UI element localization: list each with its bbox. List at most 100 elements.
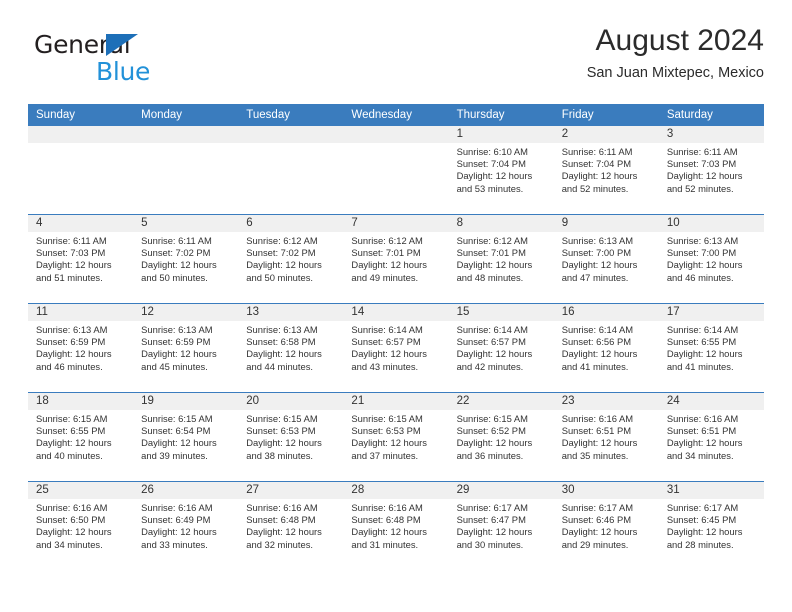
- day-number: 20: [238, 393, 344, 410]
- calendar-day-cell[interactable]: 3 Sunrise: 6:11 AM Sunset: 7:03 PM Daylight…: [658, 126, 764, 215]
- calendar-day-cell[interactable]: 15 Sunrise: 6:14 AM Sunset: 6:57 PM Dayligh…: [448, 303, 554, 393]
- daylight-text-line2: and 33 minutes.: [141, 538, 208, 550]
- calendar-day-cell[interactable]: 22 Sunrise: 6:15 AM Sunset: 6:52 PM Dayligh…: [448, 392, 554, 482]
- day-details: Sunrise: 6:13 AM Sunset: 6:58 PM Daylight:…: [238, 321, 343, 373]
- day-number: 4: [28, 215, 134, 232]
- day-number: 19: [133, 393, 239, 410]
- calendar-grid: Sunday Monday Tuesday Wednesday Thursday…: [28, 104, 764, 570]
- day-number: 12: [133, 304, 239, 321]
- day-cell-inner: 6 Sunrise: 6:12 AM Sunset: 7:02 PM Daylight…: [238, 215, 344, 303]
- daylight-text-line1: Daylight: 12 hours: [246, 437, 322, 449]
- calendar-day-cell[interactable]: 5 Sunrise: 6:11 AM Sunset: 7:02 PM Daylight…: [133, 214, 239, 304]
- day-number: 6: [238, 215, 344, 232]
- day-details: Sunrise: 6:14 AM Sunset: 6:57 PM Daylight:…: [343, 321, 448, 373]
- sunset-text: Sunset: 6:57 PM: [351, 336, 421, 348]
- day-details: Sunrise: 6:11 AM Sunset: 7:03 PM Daylight:…: [28, 232, 133, 284]
- calendar-day-cell-empty: [133, 126, 239, 215]
- calendar-day-cell[interactable]: 9 Sunrise: 6:13 AM Sunset: 7:00 PM Daylight…: [553, 214, 659, 304]
- calendar-week-row: 18 Sunrise: 6:15 AM Sunset: 6:55 PM Dayligh…: [28, 392, 764, 482]
- calendar-day-cell[interactable]: 24 Sunrise: 6:16 AM Sunset: 6:51 PM Dayligh…: [658, 392, 764, 482]
- day-number: 3: [658, 126, 764, 143]
- daylight-text-line1: Daylight: 12 hours: [141, 259, 217, 271]
- calendar-day-cell[interactable]: 16 Sunrise: 6:14 AM Sunset: 6:56 PM Dayligh…: [553, 303, 659, 393]
- sunset-text: Sunset: 6:56 PM: [561, 336, 632, 348]
- day-number: 9: [553, 215, 659, 232]
- calendar-day-cell[interactable]: 13 Sunrise: 6:13 AM Sunset: 6:58 PM Dayligh…: [238, 303, 344, 393]
- sunrise-text: Sunrise: 6:14 AM: [561, 324, 634, 335]
- daylight-text-line2: and 51 minutes.: [36, 271, 103, 283]
- daylight-text-line2: and 35 minutes.: [561, 449, 629, 461]
- calendar-day-cell[interactable]: 8 Sunrise: 6:12 AM Sunset: 7:01 PM Daylight…: [448, 214, 554, 304]
- calendar-day-cell[interactable]: 28 Sunrise: 6:16 AM Sunset: 6:48 PM Dayligh…: [343, 481, 449, 570]
- calendar-day-cell[interactable]: 30 Sunrise: 6:17 AM Sunset: 6:46 PM Dayligh…: [553, 481, 659, 570]
- calendar-day-cell[interactable]: 19 Sunrise: 6:15 AM Sunset: 6:54 PM Dayligh…: [133, 392, 239, 482]
- calendar-day-cell[interactable]: 1 Sunrise: 6:10 AM Sunset: 7:04 PM Daylight…: [448, 126, 554, 215]
- sunrise-text: Sunrise: 6:16 AM: [246, 502, 318, 513]
- day-cell-inner: 10 Sunrise: 6:13 AM Sunset: 7:00 PM Dayligh…: [658, 215, 764, 303]
- weekday-header-sunday: Sunday: [28, 104, 134, 126]
- daylight-text-line2: and 48 minutes.: [456, 271, 524, 283]
- sunrise-text: Sunrise: 6:15 AM: [36, 413, 108, 424]
- day-details: Sunrise: 6:12 AM Sunset: 7:02 PM Daylight:…: [238, 232, 343, 284]
- day-number: 28: [343, 482, 449, 499]
- calendar-day-cell[interactable]: 21 Sunrise: 6:15 AM Sunset: 6:53 PM Dayligh…: [343, 392, 449, 482]
- calendar-day-cell[interactable]: 17 Sunrise: 6:14 AM Sunset: 6:55 PM Dayligh…: [658, 303, 764, 393]
- calendar-day-cell[interactable]: 6 Sunrise: 6:12 AM Sunset: 7:02 PM Daylight…: [238, 214, 344, 304]
- calendar-day-cell[interactable]: 27 Sunrise: 6:16 AM Sunset: 6:48 PM Dayligh…: [238, 481, 344, 570]
- daylight-text-line2: and 40 minutes.: [36, 449, 103, 461]
- sunrise-text: Sunrise: 6:16 AM: [561, 413, 634, 424]
- sunrise-text: Sunrise: 6:12 AM: [456, 235, 528, 246]
- day-cell-inner: [343, 126, 449, 214]
- calendar-day-cell[interactable]: 2 Sunrise: 6:11 AM Sunset: 7:04 PM Daylight…: [553, 126, 659, 215]
- sunset-text: Sunset: 6:45 PM: [666, 514, 737, 526]
- sunset-text: Sunset: 6:46 PM: [561, 514, 632, 526]
- sunrise-text: Sunrise: 6:17 AM: [456, 502, 528, 513]
- calendar-day-cell[interactable]: 4 Sunrise: 6:11 AM Sunset: 7:03 PM Daylight…: [28, 214, 134, 304]
- calendar-day-cell[interactable]: 29 Sunrise: 6:17 AM Sunset: 6:47 PM Dayligh…: [448, 481, 554, 570]
- sunset-text: Sunset: 6:52 PM: [456, 425, 526, 437]
- daylight-text-line1: Daylight: 12 hours: [351, 526, 427, 538]
- calendar-day-cell[interactable]: 23 Sunrise: 6:16 AM Sunset: 6:51 PM Dayligh…: [553, 392, 659, 482]
- calendar-day-cell[interactable]: 26 Sunrise: 6:16 AM Sunset: 6:49 PM Dayligh…: [133, 481, 239, 570]
- sunset-text: Sunset: 7:04 PM: [561, 158, 632, 170]
- calendar-day-cell[interactable]: 25 Sunrise: 6:16 AM Sunset: 6:50 PM Dayligh…: [28, 481, 134, 570]
- day-details: Sunrise: 6:16 AM Sunset: 6:51 PM Daylight:…: [554, 410, 659, 462]
- calendar-day-cell[interactable]: 7 Sunrise: 6:12 AM Sunset: 7:01 PM Daylight…: [343, 214, 449, 304]
- day-number: 5: [133, 215, 239, 232]
- sunset-text: Sunset: 6:54 PM: [141, 425, 211, 437]
- calendar-day-cell[interactable]: 10 Sunrise: 6:13 AM Sunset: 7:00 PM Dayligh…: [658, 214, 764, 304]
- day-number: 7: [343, 215, 449, 232]
- calendar-week-row: 4 Sunrise: 6:11 AM Sunset: 7:03 PM Daylight…: [28, 214, 764, 304]
- sunrise-text: Sunrise: 6:13 AM: [666, 235, 739, 246]
- sunrise-text: Sunrise: 6:16 AM: [141, 502, 213, 513]
- day-cell-inner: 14 Sunrise: 6:14 AM Sunset: 6:57 PM Dayligh…: [343, 304, 449, 392]
- daylight-text-line1: Daylight: 12 hours: [456, 170, 533, 182]
- calendar-day-cell[interactable]: 20 Sunrise: 6:15 AM Sunset: 6:53 PM Dayligh…: [238, 392, 344, 482]
- day-details: Sunrise: 6:13 AM Sunset: 6:59 PM Daylight:…: [28, 321, 133, 373]
- daylight-text-line1: Daylight: 12 hours: [36, 348, 112, 360]
- sunrise-text: Sunrise: 6:15 AM: [246, 413, 318, 424]
- day-cell-inner: 17 Sunrise: 6:14 AM Sunset: 6:55 PM Dayligh…: [658, 304, 764, 392]
- calendar-day-cell[interactable]: 11 Sunrise: 6:13 AM Sunset: 6:59 PM Dayligh…: [28, 303, 134, 393]
- sunset-text: Sunset: 6:49 PM: [141, 514, 211, 526]
- daylight-text-line1: Daylight: 12 hours: [246, 526, 322, 538]
- day-cell-inner: 21 Sunrise: 6:15 AM Sunset: 6:53 PM Dayligh…: [343, 393, 449, 481]
- daylight-text-line2: and 29 minutes.: [561, 538, 629, 550]
- daylight-text-line1: Daylight: 12 hours: [561, 259, 638, 271]
- sunrise-text: Sunrise: 6:13 AM: [246, 324, 318, 335]
- day-details: Sunrise: 6:11 AM Sunset: 7:02 PM Daylight:…: [133, 232, 238, 284]
- daylight-text-line1: Daylight: 12 hours: [561, 526, 638, 538]
- day-details: Sunrise: 6:13 AM Sunset: 6:59 PM Daylight:…: [133, 321, 238, 373]
- day-cell-inner: 4 Sunrise: 6:11 AM Sunset: 7:03 PM Daylight…: [28, 215, 134, 303]
- calendar-day-cell[interactable]: 12 Sunrise: 6:13 AM Sunset: 6:59 PM Dayligh…: [133, 303, 239, 393]
- sunrise-text: Sunrise: 6:15 AM: [351, 413, 423, 424]
- day-number: 25: [28, 482, 134, 499]
- general-blue-logo[interactable]: General Blue: [34, 30, 214, 86]
- day-cell-inner: 15 Sunrise: 6:14 AM Sunset: 6:57 PM Dayligh…: [448, 304, 554, 392]
- sunset-text: Sunset: 6:59 PM: [36, 336, 106, 348]
- daylight-text-line1: Daylight: 12 hours: [666, 526, 743, 538]
- calendar-day-cell[interactable]: 31 Sunrise: 6:17 AM Sunset: 6:45 PM Dayligh…: [658, 481, 764, 570]
- calendar-day-cell[interactable]: 18 Sunrise: 6:15 AM Sunset: 6:55 PM Dayligh…: [28, 392, 134, 482]
- day-number: 16: [553, 304, 659, 321]
- calendar-day-cell[interactable]: 14 Sunrise: 6:14 AM Sunset: 6:57 PM Dayligh…: [343, 303, 449, 393]
